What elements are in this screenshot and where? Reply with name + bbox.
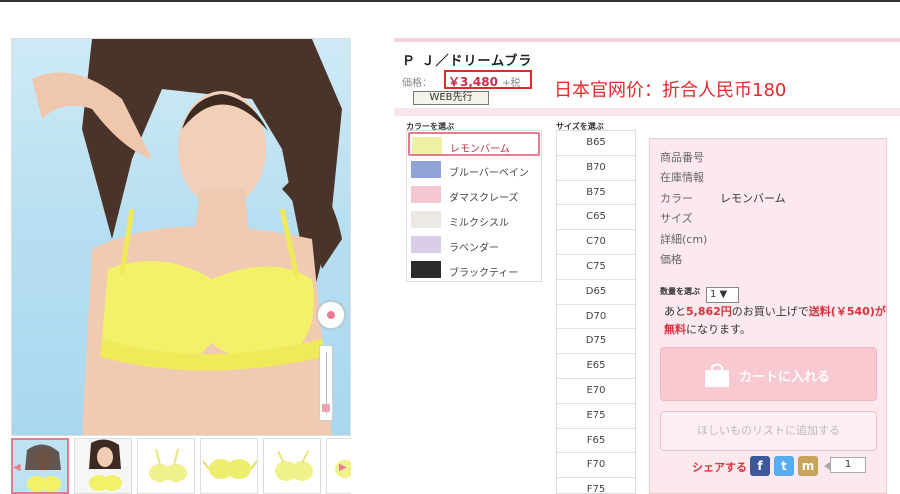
product-main-image[interactable] [11, 38, 351, 436]
size-option[interactable]: B65 [557, 131, 635, 156]
thumbnail-next-icon[interactable]: ▶ [339, 462, 349, 474]
price-highlight-box [444, 70, 532, 89]
size-option[interactable]: B75 [557, 181, 635, 206]
shipping-suffix: になります。 [686, 323, 751, 336]
add-to-cart-button[interactable]: カートに入れる [660, 347, 877, 401]
size-option[interactable]: D70 [557, 305, 635, 330]
color-label: レモンバーム [450, 144, 510, 155]
thumbnail-2[interactable] [74, 438, 132, 494]
size-option[interactable]: C70 [557, 230, 635, 255]
shipping-prefix: あと [664, 305, 686, 318]
add-to-cart-label: カートに入れる [739, 370, 831, 385]
add-to-wishlist-button[interactable]: ほしいものリストに追加する [660, 411, 877, 451]
twitter-icon[interactable]: t [774, 456, 794, 476]
model-photo [32, 39, 342, 435]
thumbnail-strip: ◀ ▶ [11, 438, 351, 494]
web-first-badge: WEB先行 [413, 91, 489, 105]
shipping-fee: 送料(￥540) [808, 305, 875, 318]
size-option[interactable]: C75 [557, 255, 635, 280]
thumbnail-image [264, 439, 320, 493]
shipping-connector: が [874, 305, 886, 318]
thumbnail-image [201, 439, 257, 493]
price-label: 価格： [402, 78, 432, 89]
color-label: ラベンダー [449, 243, 499, 254]
size-option[interactable]: F65 [557, 429, 635, 454]
header-stripe [394, 38, 900, 42]
share-count: 1 [830, 457, 866, 473]
color-option-damask-rose[interactable]: ダマスクレーズ [408, 182, 540, 206]
share-label: シェアする [692, 461, 747, 474]
shipping-free: 無料 [664, 323, 686, 336]
detail-label-stock: 在庫情報 [660, 171, 704, 184]
size-option[interactable]: E65 [557, 354, 635, 379]
size-option[interactable]: B70 [557, 156, 635, 181]
size-list: B65 B70 B75 C65 C70 C75 D65 D70 D75 E65 … [556, 130, 636, 494]
color-option-lavender[interactable]: ラベンダー [408, 232, 540, 256]
detail-label-item-number: 商品番号 [660, 151, 704, 164]
color-swatch [411, 211, 441, 228]
color-label: ダマスクレーズ [449, 193, 519, 204]
product-info-panel: Ｐ Ｊ／ドリームブラ 価格： ￥3,480 +税 日本官网价：折合人民币180 … [394, 38, 900, 494]
price-annotation: 日本官网价：折合人民币180 [554, 80, 787, 101]
color-option-blue-vervain[interactable]: ブルーバーベイン [408, 157, 540, 181]
thumbnail-5[interactable] [263, 438, 321, 494]
detail-label-price: 価格 [660, 253, 682, 266]
color-label: ブラックティー [449, 268, 519, 279]
color-option-lemon-balm[interactable]: レモンバーム [408, 132, 540, 156]
detail-label-dimensions: 詳細(cm) [660, 233, 708, 246]
detail-label-size: サイズ [660, 212, 693, 225]
free-shipping-note: あと5,862円のお買い上げで送料(￥540)が無料になります。 [664, 303, 889, 339]
zoom-slider[interactable] [319, 345, 333, 421]
facebook-icon[interactable]: f [750, 456, 770, 476]
color-label: ブルーバーベイン [449, 168, 529, 179]
detail-value-color: レモンバーム [720, 192, 786, 205]
quantity-label: 数量を選ぶ [660, 287, 700, 296]
shipping-amount: 5,862円 [686, 305, 732, 318]
size-option[interactable]: E70 [557, 379, 635, 404]
thumbnail-3[interactable] [137, 438, 195, 494]
color-swatch [411, 261, 441, 278]
shopping-bag-icon [705, 363, 729, 387]
thumbnail-image [75, 439, 131, 493]
color-swatch [411, 186, 441, 203]
detail-label-color: カラー [660, 192, 693, 205]
shipping-mid: のお買い上げで [731, 305, 809, 318]
color-swatch [412, 137, 442, 154]
zoom-knob[interactable] [322, 404, 330, 412]
color-list: レモンバーム ブルーバーベイン ダマスクレーズ ミルクシスル ラベンダー ブラッ… [406, 130, 542, 282]
size-option[interactable]: F75 [557, 478, 635, 493]
mixi-icon[interactable]: m [798, 456, 818, 476]
size-option[interactable]: D65 [557, 280, 635, 305]
size-option[interactable]: C65 [557, 205, 635, 231]
product-title: Ｐ Ｊ／ドリームブラ [402, 54, 533, 69]
quantity-select[interactable]: 1 ▼ [706, 287, 739, 303]
size-option[interactable]: F70 [557, 453, 635, 479]
pan-control[interactable] [317, 301, 345, 329]
color-swatch [411, 236, 441, 253]
thumbnail-image [138, 439, 194, 493]
size-option[interactable]: D75 [557, 329, 635, 355]
size-option[interactable]: E75 [557, 404, 635, 429]
top-divider [0, 0, 900, 2]
purchase-panel: 商品番号 在庫情報 カラー レモンバーム サイズ 詳細(cm) 価格 数量を選ぶ… [649, 138, 887, 494]
thumbnail-4[interactable] [200, 438, 258, 494]
thumbnail-prev-icon[interactable]: ◀ [13, 462, 23, 474]
section-divider [394, 108, 900, 116]
color-option-milk-thistle[interactable]: ミルクシスル [408, 207, 540, 231]
color-label: ミルクシスル [449, 218, 509, 229]
color-swatch [411, 161, 441, 178]
color-option-black-tea[interactable]: ブラックティー [408, 257, 540, 281]
